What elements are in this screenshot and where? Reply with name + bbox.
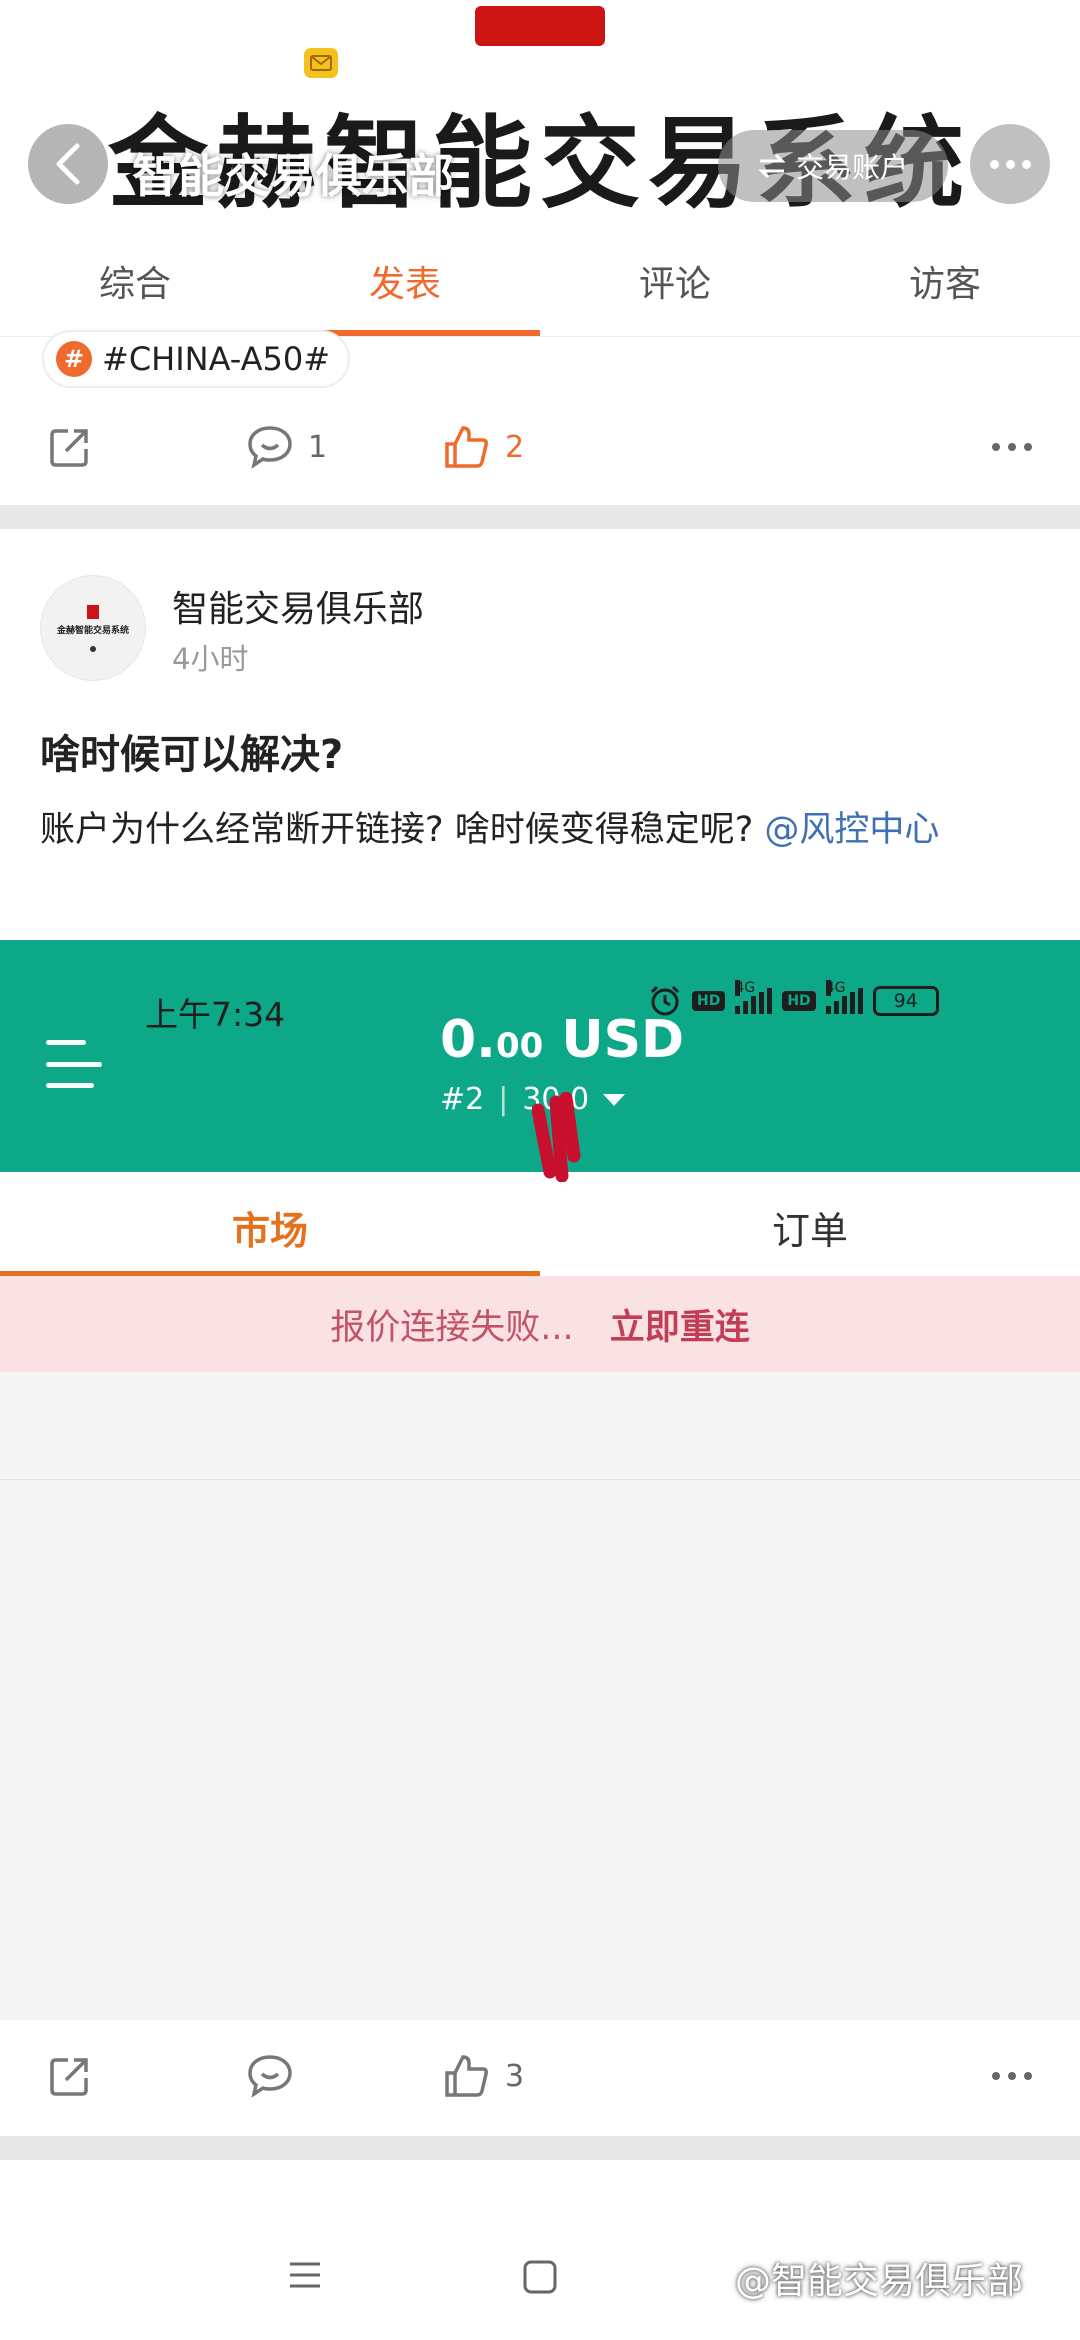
signal-icon: 4G <box>735 980 773 1014</box>
app-tabs: 市场 订单 <box>0 1172 1080 1276</box>
post1-action-bar: 1 2 <box>0 397 1080 497</box>
post-time: 4小时 <box>172 642 249 676</box>
signal-icon-2: 4G <box>825 980 863 1014</box>
connection-warning: 报价连接失败... 立即重连 <box>0 1276 1080 1372</box>
switch-account-label: 交易账户 <box>795 151 908 184</box>
home-nav-icon[interactable] <box>523 2260 557 2294</box>
mail-icon[interactable] <box>304 48 338 78</box>
battery-icon: 94 <box>872 986 939 1016</box>
profile-tabs: 综合 发表 评论 访客 <box>0 225 1080 337</box>
author-name[interactable]: 智能交易俱乐部 <box>172 580 424 632</box>
feed-divider-2 <box>0 2136 1080 2160</box>
redaction-mark <box>532 1092 581 1182</box>
avatar-logo-text: 金赫智能交易系统 <box>56 625 129 636</box>
tab-overview[interactable]: 综合 <box>0 225 270 336</box>
tab-orders[interactable]: 订单 <box>540 1172 1080 1276</box>
more-horizontal-icon <box>989 159 999 169</box>
thumbs-up-icon <box>445 426 488 468</box>
comment-button-2[interactable] <box>246 2053 294 2099</box>
avatar[interactable]: 金赫智能交易系统 <box>40 575 146 681</box>
avatar-logo-mark <box>87 604 99 619</box>
tab-market[interactable]: 市场 <box>0 1172 540 1276</box>
chevron-down-icon <box>603 1093 626 1106</box>
post-body-text: 账户为什么经常断开链接? 啥时候变得稳定呢? <box>40 810 765 850</box>
menu-icon[interactable] <box>46 1040 102 1088</box>
mention-link[interactable]: @风控中心 <box>764 810 939 850</box>
share-button[interactable] <box>48 425 92 469</box>
hashtag-label: #CHINA-A50# <box>102 340 331 378</box>
post-body: 账户为什么经常断开链接? 啥时候变得稳定呢? @风控中心 <box>40 796 1040 864</box>
balance: 0.00 USD <box>440 1010 685 1070</box>
like-count: 2 <box>505 429 525 465</box>
hd-icon: HD <box>692 991 726 1011</box>
tab-visitors[interactable]: 访客 <box>810 225 1080 336</box>
thumbs-up-icon <box>445 2055 488 2097</box>
share-icon <box>50 429 88 467</box>
comment-icon <box>248 2055 292 2098</box>
watermark: @智能交易俱乐部 <box>735 2261 1024 2302</box>
page: 金赫智能交易系统 智能交易俱乐部 交易账户 综合 发表 评论 访客 # #CHI… <box>0 0 1080 2340</box>
tab-posts[interactable]: 发表 <box>270 225 540 336</box>
header-banner: 金赫智能交易系统 智能交易俱乐部 交易账户 <box>0 0 1080 225</box>
like-count-2: 3 <box>505 2058 525 2094</box>
switch-account-button[interactable]: 交易账户 <box>718 130 948 202</box>
reconnect-button[interactable]: 立即重连 <box>610 1299 750 1350</box>
post-more-icon-2[interactable] <box>992 2072 1032 2080</box>
like-button-2[interactable]: 3 <box>443 2053 524 2099</box>
tab-comments[interactable]: 评论 <box>540 225 810 336</box>
swap-icon <box>758 153 786 179</box>
comment-button[interactable]: 1 <box>246 424 327 470</box>
more-button[interactable] <box>970 124 1050 204</box>
menu-nav-icon[interactable] <box>288 2260 322 2290</box>
feed-divider <box>0 505 1080 529</box>
comment-icon <box>248 426 292 469</box>
warning-text: 报价连接失败... <box>330 1307 574 1348</box>
post2-action-bar: 3 <box>0 2026 1080 2126</box>
post-more-icon[interactable] <box>992 443 1032 451</box>
share-button-2[interactable] <box>48 2054 92 2098</box>
hd-icon-2: HD <box>782 991 816 1011</box>
hashtag-chip[interactable]: # #CHINA-A50# <box>42 330 351 388</box>
share-icon <box>50 2058 88 2096</box>
chevron-left-icon <box>56 143 80 185</box>
post-title: 啥时候可以解决? <box>40 732 344 778</box>
nav-title: 智能交易俱乐部 <box>132 149 454 203</box>
like-button[interactable]: 2 <box>443 424 524 470</box>
hashtag-icon: # <box>56 341 92 377</box>
status-icons: HD 4G HD 4G 94 <box>648 980 939 1018</box>
status-time: 上午7:34 <box>145 995 286 1034</box>
empty-row <box>0 1372 1080 1480</box>
banner-decoration <box>475 6 605 46</box>
back-button[interactable] <box>28 124 108 204</box>
comment-count: 1 <box>308 429 328 465</box>
account-prefix: #2 <box>440 1082 485 1117</box>
